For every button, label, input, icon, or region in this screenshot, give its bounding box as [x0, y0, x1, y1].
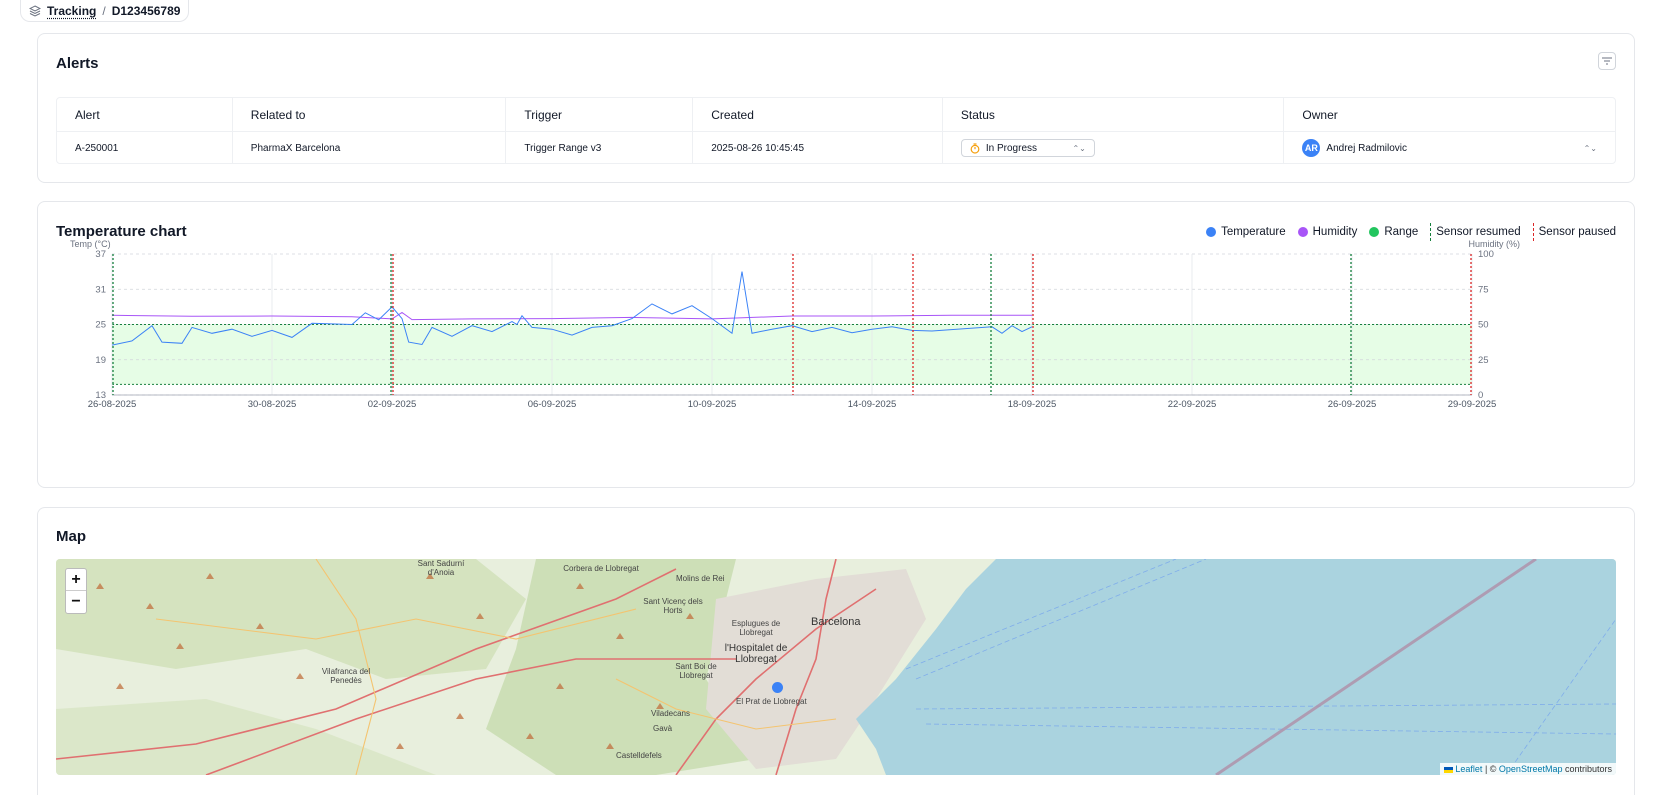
chart-title: Temperature chart	[56, 223, 187, 240]
trigger-name: Trigger Range v3	[506, 132, 694, 164]
temperature-chart: 1319253137025507510026-08-2025 30-08-2025…	[70, 239, 1520, 410]
y-tick-label: 37	[95, 249, 106, 260]
filter-button[interactable]	[1598, 52, 1616, 70]
legend-temperature[interactable]: Temperature	[1206, 226, 1286, 238]
x-tick-label: 06-09-2025	[528, 399, 577, 410]
chevron-up-down-icon: ⌃⌄	[1072, 143, 1086, 153]
x-tick-label: 29-09-2025	[1448, 399, 1497, 410]
map-label-barcelona: Barcelona	[811, 616, 861, 628]
breadcrumb-separator: /	[102, 3, 106, 18]
humidity-series-line	[111, 311, 1032, 321]
legend-temperature-swatch	[1206, 227, 1217, 237]
map-label-gava: Gavà	[653, 724, 673, 733]
layers-icon	[29, 4, 41, 17]
legend-humidity-swatch	[1297, 227, 1308, 237]
y2-tick-label: 75	[1478, 284, 1489, 295]
x-tick-label: 30-08-2025	[248, 399, 297, 410]
owner-select[interactable]: AR Andrej Radmilovic ⌃⌄	[1302, 139, 1615, 157]
map-label-molins: Molins de Rei	[676, 574, 725, 583]
map-attribution: Leaflet | © OpenStreetMap contributors	[1439, 763, 1616, 775]
map-label-castelldefels: Castelldefels	[616, 751, 662, 760]
legend-humidity-label: Humidity	[1312, 226, 1358, 238]
legend-sensor-paused[interactable]: Sensor paused	[1532, 223, 1616, 241]
legend-range-swatch	[1369, 227, 1380, 237]
map-label-sant-boi: Sant Boi de Llobregat	[675, 662, 717, 680]
column-header-related[interactable]: Related to	[233, 98, 507, 131]
map-label-corbera: Corbera de Llobregat	[563, 564, 639, 573]
y2-tick-label: 100	[1478, 249, 1494, 260]
y-tick-label: 19	[95, 355, 106, 366]
column-header-trigger[interactable]: Trigger	[506, 98, 694, 131]
alerts-title: Alerts	[56, 55, 99, 72]
legend-humidity[interactable]: Humidity	[1297, 226, 1358, 238]
legend-range[interactable]: Range	[1369, 226, 1418, 238]
x-tick-label: 10-09-2025	[688, 399, 737, 410]
map-label-vilafranca: Vilafranca del Penedès	[321, 667, 371, 685]
map-label-sant-vicenc: Sant Vicenç dels Horts	[643, 597, 703, 615]
location-marker[interactable]	[772, 682, 783, 693]
related-to: PharmaX Barcelona	[233, 132, 507, 164]
map-label-esplugues: Esplugues de Llobregat	[731, 619, 781, 637]
chevron-up-down-icon: ⌃⌄	[1583, 143, 1597, 153]
leaflet-link[interactable]: Leaflet	[1455, 764, 1482, 774]
stopwatch-icon	[970, 142, 980, 154]
table-row[interactable]: A-250001 PharmaX Barcelona Trigger Range…	[57, 132, 1615, 164]
y2-tick-label: 50	[1478, 320, 1489, 331]
map-title: Map	[56, 528, 86, 545]
filter-icon	[1602, 57, 1612, 65]
legend-resumed-label: Sensor resumed	[1436, 226, 1521, 238]
legend-range-label: Range	[1384, 226, 1419, 238]
legend-temperature-label: Temperature	[1221, 226, 1286, 238]
y-tick-label: 31	[95, 284, 106, 295]
chart-legend: Temperature Humidity Range Sensor resume…	[1206, 223, 1616, 241]
alerts-card: Alerts Alert Related to Trigger Created …	[37, 33, 1635, 183]
map-label-hospitalet: l'Hospitalet de Llobregat	[724, 643, 788, 665]
owner-name: Andrej Radmilovic	[1326, 142, 1408, 154]
attribution-separator: | ©	[1482, 764, 1499, 774]
y-axis-title: Temp (°C)	[70, 239, 111, 249]
map-tiles	[56, 559, 1616, 775]
avatar: AR	[1302, 139, 1321, 157]
column-header-owner[interactable]: Owner	[1284, 98, 1615, 131]
attribution-rest: contributors	[1562, 764, 1612, 774]
column-header-status[interactable]: Status	[943, 98, 1285, 131]
map-card: Map Barcelona Corbera de Llobregat Molin…	[37, 507, 1635, 795]
x-tick-label: 26-09-2025	[1328, 399, 1377, 410]
y2-tick-label: 25	[1478, 355, 1489, 366]
alert-id: A-250001	[57, 132, 233, 164]
status-value: In Progress	[985, 142, 1038, 154]
alerts-table: Alert Related to Trigger Created Status …	[56, 97, 1616, 164]
x-tick-label: 18-09-2025	[1008, 399, 1057, 410]
x-tick-label: 02-09-2025	[368, 399, 417, 410]
column-header-alert[interactable]: Alert	[57, 98, 233, 131]
map-view[interactable]: Barcelona Corbera de Llobregat Molins de…	[56, 559, 1616, 775]
zoom-in-button[interactable]: +	[66, 569, 86, 591]
osm-link[interactable]: OpenStreetMap	[1499, 764, 1563, 774]
zoom-control: + −	[65, 568, 87, 614]
owner-cell: AR Andrej Radmilovic ⌃⌄	[1284, 132, 1615, 164]
legend-paused-swatch	[1532, 223, 1534, 241]
ukraine-flag-icon	[1443, 766, 1453, 773]
map-label-el-prat: El Prat de Llobregat	[736, 697, 807, 706]
table-header-row: Alert Related to Trigger Created Status …	[57, 98, 1615, 132]
x-tick-label: 22-09-2025	[1168, 399, 1217, 410]
y-tick-label: 25	[95, 320, 106, 331]
status-select[interactable]: In Progress ⌃⌄	[960, 139, 1095, 157]
legend-resumed-swatch	[1430, 223, 1432, 241]
range-band	[112, 324, 1472, 385]
zoom-out-button[interactable]: −	[66, 591, 86, 613]
breadcrumb: Tracking / D123456789	[20, 0, 190, 22]
temperature-chart-card: 13 19 25 31 37 0 25 50 75 100 26-08-2025 30-08-2025…	[37, 201, 1635, 488]
x-tick-label: 26-08-2025	[88, 399, 137, 410]
created-time: 2025-08-26 10:45:45	[693, 132, 943, 164]
map-label-sant-sadurni: Sant Sadurní d'Anoia	[417, 559, 465, 577]
status-cell: In Progress ⌃⌄	[943, 132, 1285, 164]
breadcrumb-tracking-link[interactable]: Tracking	[47, 4, 96, 18]
legend-sensor-resumed[interactable]: Sensor resumed	[1430, 223, 1521, 241]
column-header-created[interactable]: Created	[693, 98, 943, 131]
breadcrumb-current: D123456789	[111, 3, 181, 18]
legend-paused-label: Sensor paused	[1538, 226, 1616, 238]
map-label-viladecans: Viladecans	[651, 709, 690, 718]
x-tick-label: 14-09-2025	[848, 399, 897, 410]
